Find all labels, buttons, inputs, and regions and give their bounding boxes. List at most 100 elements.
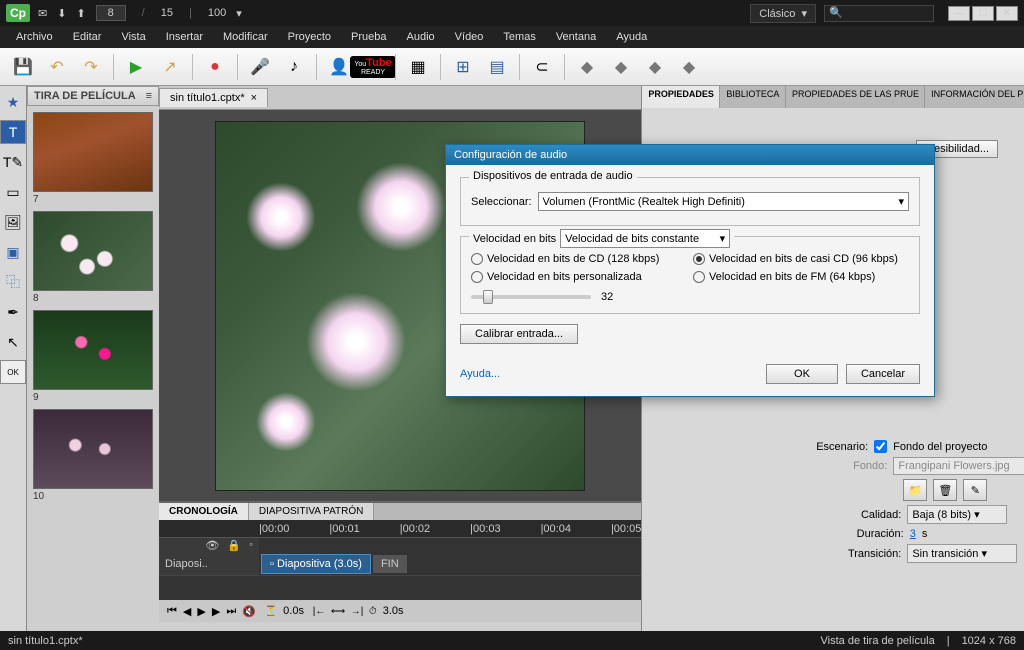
download-icon[interactable]: ⬇: [57, 7, 66, 20]
menu-vista[interactable]: Vista: [111, 28, 155, 46]
layer1-icon[interactable]: ◆: [572, 53, 602, 81]
tl-prev-icon[interactable]: ◀: [183, 605, 191, 618]
undo-icon[interactable]: ↶: [42, 53, 72, 81]
minimize-button[interactable]: —: [948, 6, 970, 21]
tab-properties[interactable]: PROPIEDADES: [642, 86, 720, 108]
close-button[interactable]: ✕: [996, 6, 1018, 21]
save-icon[interactable]: 💾: [8, 53, 38, 81]
radio-custom[interactable]: Velocidad en bits personalizada: [471, 271, 687, 283]
audio-config-dialog: Configuración de audio Dispositivos de e…: [445, 144, 935, 397]
menu-ventana[interactable]: Ventana: [546, 28, 606, 46]
record-icon[interactable]: ●: [200, 53, 230, 81]
radio-cd[interactable]: Velocidad en bits de CD (128 kbps): [471, 253, 687, 265]
timeline-tab[interactable]: CRONOLOGÍA: [159, 503, 249, 520]
tl-rewind-icon[interactable]: ⏮: [167, 605, 177, 618]
status-file: sin título1.cptx*: [8, 635, 83, 647]
ok-button[interactable]: OK: [766, 364, 838, 384]
search-input[interactable]: 🔍: [824, 5, 934, 22]
titlebar: Cp ✉ ⬇ ⬆ / 15 | 100 ▾ Clásico ▾ 🔍 — ☐ ✕: [0, 0, 1024, 26]
menu-video[interactable]: Vídeo: [445, 28, 494, 46]
master-slide-tab[interactable]: DIAPOSITIVA PATRÓN: [249, 503, 374, 520]
tl-sound-icon[interactable]: 🔇: [242, 605, 256, 618]
text-hand-tool-icon[interactable]: T✎: [0, 150, 26, 174]
eye-icon[interactable]: 👁: [205, 539, 219, 552]
menu-editar[interactable]: Editar: [63, 28, 112, 46]
layer2-icon[interactable]: ◆: [606, 53, 636, 81]
duracion-value[interactable]: 3: [910, 528, 916, 540]
lock-icon[interactable]: 🔒: [227, 539, 241, 552]
tab-project-info[interactable]: INFORMACIÓN DEL PROYEC: [925, 86, 1024, 108]
timeline-track[interactable]: Diaposi.. ▫ Diapositiva (3.0s) FIN: [159, 552, 641, 576]
tab-library[interactable]: BIBLIOTECA: [720, 86, 786, 108]
thumb-9[interactable]: 9: [33, 310, 153, 403]
copy-tool-icon[interactable]: ⿻: [0, 270, 26, 294]
menu-ayuda[interactable]: Ayuda: [606, 28, 657, 46]
tl-end-icon[interactable]: ⏭: [226, 605, 236, 618]
menu-archivo[interactable]: Archivo: [6, 28, 63, 46]
crop-tool-icon[interactable]: ▣: [0, 240, 26, 264]
close-tab-icon[interactable]: ×: [251, 92, 257, 104]
pen-tool-icon[interactable]: ✒: [0, 300, 26, 324]
play-icon[interactable]: ▶: [121, 53, 151, 81]
page-current-input[interactable]: [96, 5, 126, 21]
timeline-ruler[interactable]: |00:00|00:01|00:02|00:03|00:04|00:05: [159, 520, 641, 538]
tab-quiz-props[interactable]: PROPIEDADES DE LAS PRUE: [786, 86, 925, 108]
document-tab[interactable]: sin título1.cptx*×: [159, 88, 268, 107]
calibrate-button[interactable]: Calibrar entrada...: [460, 324, 578, 344]
calidad-dropdown[interactable]: Baja (8 bits) ▾: [907, 505, 1007, 524]
radio-near-cd[interactable]: Velocidad en bits de casi CD (96 kbps): [693, 253, 909, 265]
zoom-value[interactable]: 100: [208, 7, 226, 19]
transicion-label: Transición:: [848, 548, 901, 560]
grid2-icon[interactable]: ▤: [482, 53, 512, 81]
menu-modificar[interactable]: Modificar: [213, 28, 278, 46]
rect-tool-icon[interactable]: ▭: [0, 180, 26, 204]
music-icon[interactable]: ♪: [279, 53, 309, 81]
slides-icon[interactable]: ▦: [403, 53, 433, 81]
help-link[interactable]: Ayuda...: [460, 368, 500, 380]
workspace-dropdown[interactable]: Clásico ▾: [750, 4, 816, 23]
layer3-icon[interactable]: ◆: [640, 53, 670, 81]
text-tool-icon[interactable]: T: [0, 120, 26, 144]
folder-icon[interactable]: 📁: [903, 479, 927, 501]
menu-insertar[interactable]: Insertar: [156, 28, 213, 46]
chevron-down-icon[interactable]: ▾: [236, 7, 242, 20]
transicion-dropdown[interactable]: Sin transición ▾: [907, 544, 1017, 563]
filmstrip-panel: TIRA DE PELÍCULA≡ 7 8 9 10: [27, 86, 159, 631]
edit-icon[interactable]: ✎: [963, 479, 987, 501]
mail-icon[interactable]: ✉: [38, 7, 47, 20]
tool-palette: ★ T T✎ ▭ 🖼 ▣ ⿻ ✒ ↖ OK: [0, 86, 27, 631]
thumb-8[interactable]: 8: [33, 211, 153, 304]
up-icon[interactable]: ⬆: [76, 7, 85, 20]
cancel-button[interactable]: Cancelar: [846, 364, 920, 384]
filmstrip-header: TIRA DE PELÍCULA≡: [27, 86, 159, 106]
bitrate-slider[interactable]: [471, 295, 591, 299]
trash-icon[interactable]: 🗑: [933, 479, 957, 501]
snap-icon[interactable]: ⊂: [527, 53, 557, 81]
bitrate-mode-dropdown[interactable]: Velocidad de bits constante▾: [560, 229, 730, 248]
menu-audio[interactable]: Audio: [397, 28, 445, 46]
menu-prueba[interactable]: Prueba: [341, 28, 396, 46]
escenario-checkbox[interactable]: [874, 440, 887, 453]
thumb-10[interactable]: 10: [33, 409, 153, 502]
redo-icon[interactable]: ↷: [76, 53, 106, 81]
input-device-dropdown[interactable]: Volumen (FrontMic (Realtek High Definiti…: [538, 192, 909, 211]
tl-next-icon[interactable]: ▶: [212, 605, 220, 618]
tl-play-icon[interactable]: ▶: [197, 605, 205, 618]
dialog-title: Configuración de audio: [446, 145, 934, 165]
ok-button[interactable]: OK: [0, 360, 26, 384]
youtube-button[interactable]: YouTubeREADY: [358, 53, 388, 81]
menu-temas[interactable]: Temas: [493, 28, 545, 46]
thumb-7[interactable]: 7: [33, 112, 153, 205]
layer4-icon[interactable]: ◆: [674, 53, 704, 81]
maximize-button[interactable]: ☐: [972, 6, 994, 21]
menu-proyecto[interactable]: Proyecto: [278, 28, 341, 46]
timeline-clip[interactable]: ▫ Diapositiva (3.0s): [261, 554, 371, 574]
export-icon[interactable]: ↗: [155, 53, 185, 81]
star-tool-icon[interactable]: ★: [0, 90, 26, 114]
document-tabs: sin título1.cptx*×: [159, 86, 641, 110]
radio-fm[interactable]: Velocidad en bits de FM (64 kbps): [693, 271, 909, 283]
mic-icon[interactable]: 🎤: [245, 53, 275, 81]
grid1-icon[interactable]: ⊞: [448, 53, 478, 81]
pointer-tool-icon[interactable]: ↖: [0, 330, 26, 354]
image-tool-icon[interactable]: 🖼: [0, 210, 26, 234]
